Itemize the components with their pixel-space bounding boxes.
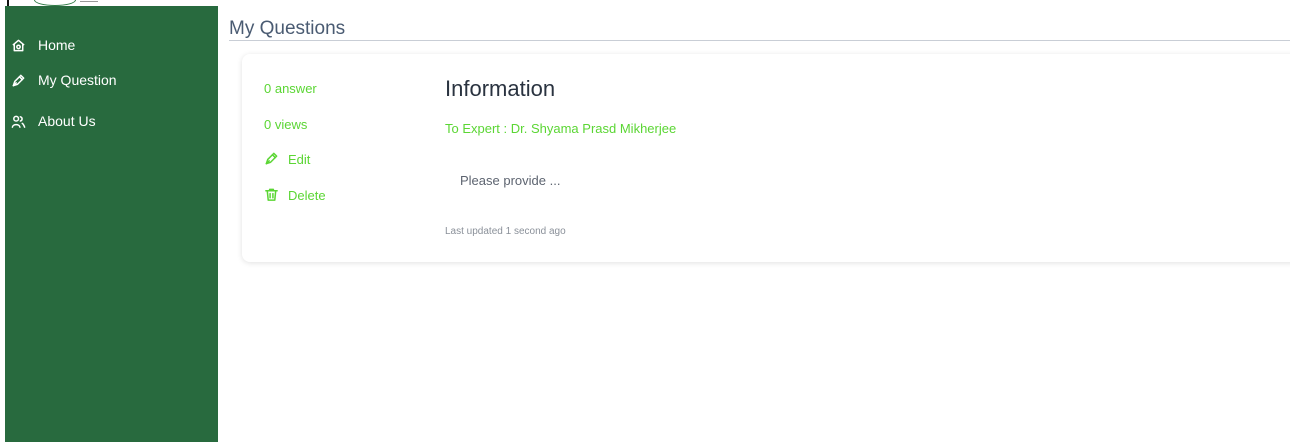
edit-pen-icon: [264, 151, 280, 167]
sidebar: Home My Question About Us: [5, 6, 218, 442]
delete-button[interactable]: Delete: [264, 187, 326, 203]
page-title: My Questions: [229, 18, 346, 39]
trash-icon: [264, 187, 280, 203]
pen-icon: [10, 72, 26, 88]
view-count: 0 views: [264, 117, 308, 132]
logo-underline: [80, 1, 98, 2]
question-card: 0 answer 0 views Edit Delete Information…: [242, 54, 1290, 262]
home-icon: [10, 37, 26, 53]
sidebar-item-my-question[interactable]: My Question: [5, 68, 117, 92]
question-body: Please provide ...: [460, 173, 561, 188]
title-divider: [229, 40, 1290, 41]
sidebar-item-home[interactable]: Home: [5, 33, 75, 57]
last-updated: Last updated 1 second ago: [445, 226, 566, 237]
sidebar-item-label: About Us: [38, 113, 96, 129]
main-content: My Questions 0 answer 0 views Edit Delet…: [218, 0, 1290, 442]
sidebar-item-label: Home: [38, 37, 76, 53]
edit-label: Edit: [288, 151, 311, 167]
question-title[interactable]: Information: [445, 76, 555, 102]
sidebar-item-about-us[interactable]: About Us: [5, 109, 96, 133]
expert-name: To Expert : Dr. Shyama Prasd Mikherjee: [445, 121, 677, 136]
edit-button[interactable]: Edit: [264, 151, 310, 167]
delete-label: Delete: [288, 187, 326, 203]
sidebar-item-label: My Question: [38, 72, 117, 88]
answer-count: 0 answer: [264, 81, 317, 96]
users-icon: [10, 113, 26, 129]
